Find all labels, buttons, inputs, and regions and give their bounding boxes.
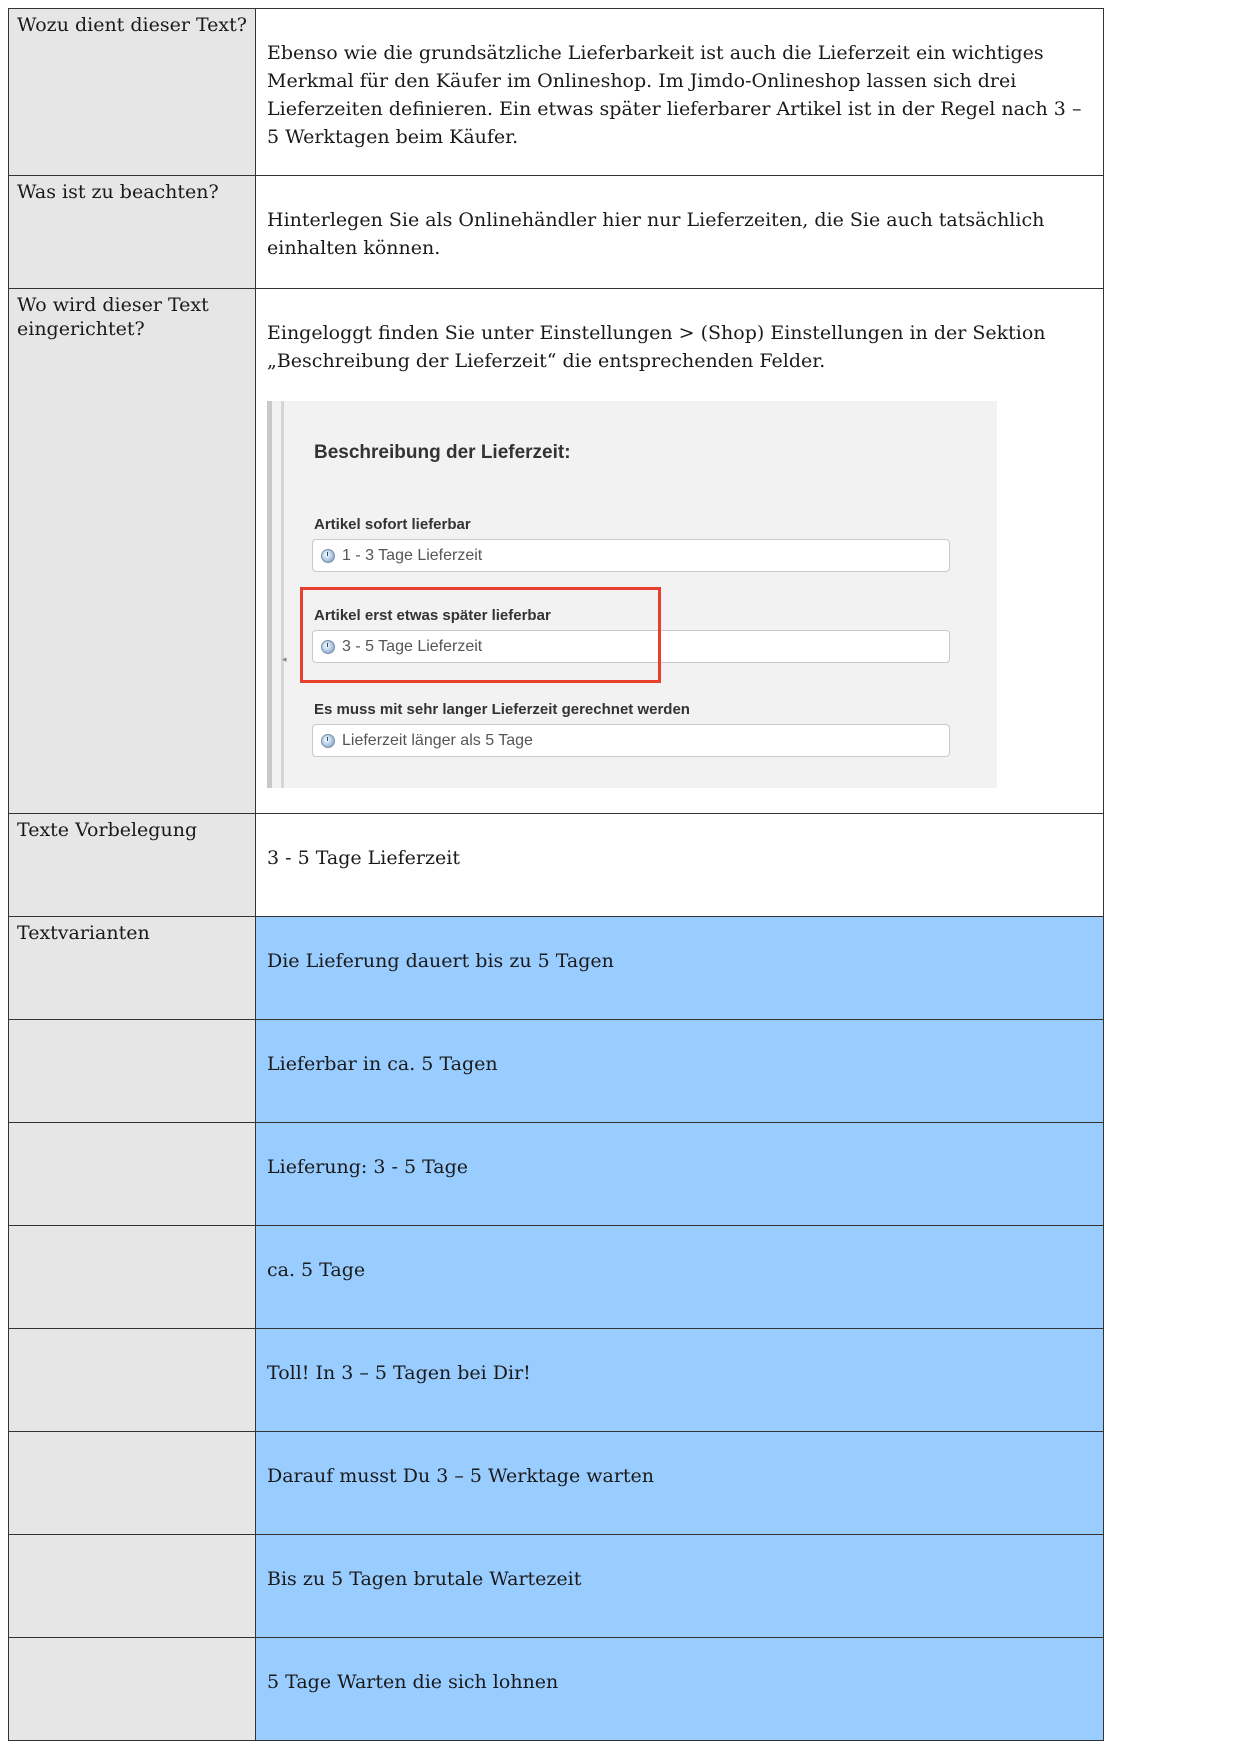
variant-text: Darauf musst Du 3 – 5 Werktage warten [255,1431,1104,1535]
table-row: Toll! In 3 – 5 Tagen bei Dir! [8,1328,1104,1432]
row-label: Texte Vorbelegung [8,813,256,917]
variant-text: Toll! In 3 – 5 Tagen bei Dir! [255,1328,1104,1432]
row-label: Wozu dient dieser Text? [8,8,256,176]
clock-icon [321,548,335,563]
row-text: Ebenso wie die grundsätzliche Lieferbark… [267,42,1082,148]
table-row: Textvarianten Die Lieferung dauert bis z… [8,916,1104,1020]
row-label [8,1431,256,1535]
info-table: Wozu dient dieser Text? Ebenso wie die g… [8,8,1104,1741]
variant-text: Die Lieferung dauert bis zu 5 Tagen [255,916,1104,1020]
highlight-box [300,587,661,683]
table-row: Wozu dient dieser Text? Ebenso wie die g… [8,8,1104,176]
variant-text: Lieferbar in ca. 5 Tagen [255,1019,1104,1123]
table-row: ca. 5 Tage [8,1225,1104,1329]
row-label: Textvarianten [8,916,256,1020]
panel-rail [281,401,284,788]
row-label: Wo wird dieser Text eingerichtet? [8,288,256,814]
table-row: Lieferbar in ca. 5 Tagen [8,1019,1104,1123]
row-text: Hinterlegen Sie als Onlinehändler hier n… [267,209,1045,259]
row-label [8,1225,256,1329]
table-row: Lieferung: 3 - 5 Tage [8,1122,1104,1226]
table-row: Was ist zu beachten? Hinterlegen Sie als… [8,175,1104,289]
section-heading: Beschreibung der Lieferzeit: [314,442,571,463]
row-label [8,1637,256,1741]
field-label-lang: Es muss mit sehr langer Lieferzeit gerec… [314,701,690,718]
row-label [8,1328,256,1432]
table-row: Texte Vorbelegung 3 - 5 Tage Lieferzeit [8,813,1104,917]
table-row: Darauf musst Du 3 – 5 Werktage warten [8,1431,1104,1535]
row-label: Was ist zu beachten? [8,175,256,289]
field-value: Lieferzeit länger als 5 Tage [342,731,533,749]
row-content: Ebenso wie die grundsätzliche Lieferbark… [255,8,1104,176]
row-content: 3 - 5 Tage Lieferzeit [255,813,1104,917]
collapse-arrow-icon: ◂ [282,654,287,664]
field-label-sofort: Artikel sofort lieferbar [314,516,471,533]
row-label [8,1019,256,1123]
delivery-time-field-lang[interactable]: Lieferzeit länger als 5 Tage [312,724,950,757]
variant-text: ca. 5 Tage [255,1225,1104,1329]
row-text: 3 - 5 Tage Lieferzeit [267,847,460,869]
row-text: Eingeloggt finden Sie unter Einstellunge… [267,322,1046,372]
table-row: 5 Tage Warten die sich lohnen [8,1637,1104,1741]
variant-text: 5 Tage Warten die sich lohnen [255,1637,1104,1741]
row-label [8,1122,256,1226]
variant-text: Bis zu 5 Tagen brutale Wartezeit [255,1534,1104,1638]
settings-screenshot: ◂ Beschreibung der Lieferzeit: Artikel s… [267,401,997,788]
panel-rail [267,401,272,788]
variant-text: Lieferung: 3 - 5 Tage [255,1122,1104,1226]
row-content: Eingeloggt finden Sie unter Einstellunge… [255,288,1104,814]
table-row: Bis zu 5 Tagen brutale Wartezeit [8,1534,1104,1638]
clock-icon [321,733,335,748]
field-value: 1 - 3 Tage Lieferzeit [342,546,483,564]
delivery-time-field-sofort[interactable]: 1 - 3 Tage Lieferzeit [312,539,950,572]
row-label [8,1534,256,1638]
table-row: Wo wird dieser Text eingerichtet? Eingel… [8,288,1104,814]
row-content: Hinterlegen Sie als Onlinehändler hier n… [255,175,1104,289]
